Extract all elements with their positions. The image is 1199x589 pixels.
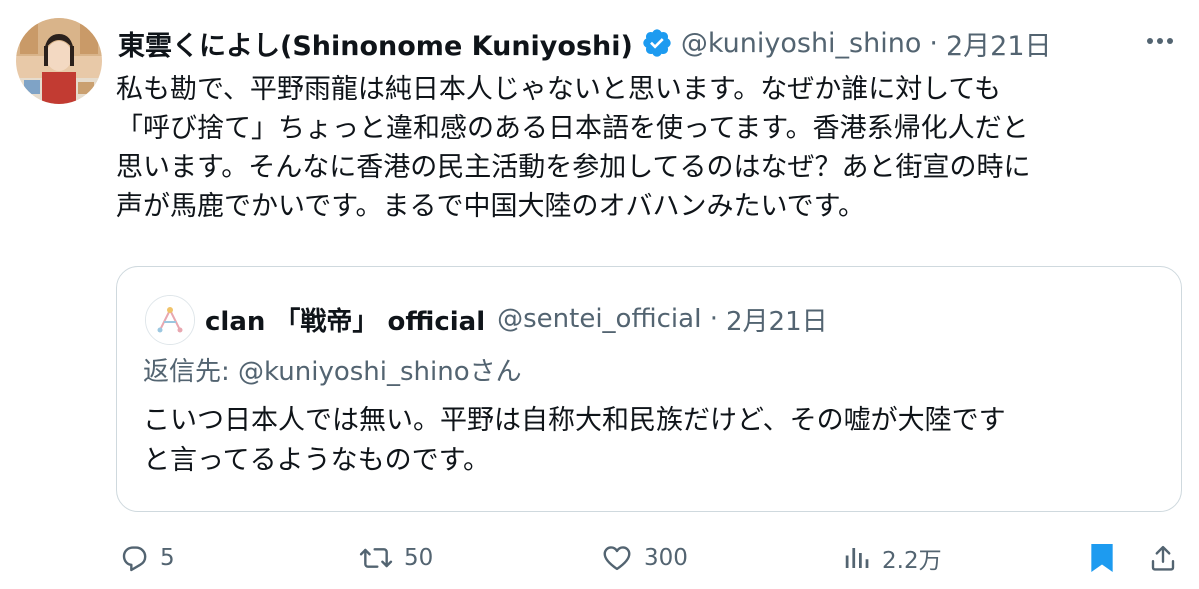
handle[interactable]: @kuniyoshi_shino [681, 28, 922, 59]
action-bar: 5 50 300 2.2万 [0, 532, 1199, 584]
like-count: 300 [644, 545, 688, 571]
display-name[interactable]: 東雲くによし(Shinonome Kuniyoshi) [118, 24, 633, 63]
quoted-timestamp[interactable]: 2月21日 [726, 301, 828, 338]
verified-badge-icon[interactable] [641, 27, 673, 59]
views-button[interactable]: 2.2万 [842, 532, 942, 584]
avatar[interactable] [16, 18, 102, 104]
bookmark-button[interactable] [1086, 532, 1128, 584]
more-options-button[interactable] [1143, 26, 1177, 56]
share-icon [1151, 545, 1175, 571]
tweet-text: 私も勘で、平野雨龍は純日本人じゃないと思います。なぜか誰に対しても 「呼び捨て」… [116, 70, 1156, 226]
separator-dot: · [929, 27, 938, 59]
tweet-text-line: 声が馬鹿でかいです。まるで中国大陸のオバハンみたいです。 [116, 191, 865, 222]
retweet-count: 50 [404, 545, 434, 571]
reply-count: 5 [160, 545, 175, 571]
more-horizontal-icon [1147, 38, 1173, 44]
quoted-tweet[interactable]: clan 「戦帝」 official @sentei_officiaI · 2月… [116, 266, 1182, 512]
quoted-text-line: こいつ日本人では無い。平野は自称大和民族だけど、その嘘が大陸です [143, 405, 1006, 436]
retweet-button[interactable]: 50 [358, 532, 433, 584]
tweet-text-line: 私も勘で、平野雨龍は純日本人じゃないと思います。なぜか誰に対しても [116, 74, 1002, 105]
tweet[interactable]: 東雲くによし(Shinonome Kuniyoshi) @kuniyoshi_s… [0, 0, 1199, 589]
tweet-text-line: 思います。そんなに香港の民主活動を参加してるのはなぜ？あと街宣の時に [116, 152, 1031, 183]
timestamp[interactable]: 2月21日 [946, 24, 1052, 63]
reply-icon [122, 546, 147, 572]
quoted-text: こいつ日本人では無い。平野は自称大和民族だけど、その嘘が大陸です と言ってるよう… [143, 401, 1153, 481]
reply-button[interactable]: 5 [118, 532, 175, 584]
views-icon [845, 548, 869, 568]
quoted-display-name[interactable]: clan 「戦帝」 official [205, 301, 485, 338]
quoted-reply-to: 返信先: @kuniyoshi_shinoさん [143, 357, 522, 387]
share-button[interactable] [1148, 532, 1188, 584]
quoted-header: clan 「戦帝」 official @sentei_officiaI · 2月… [205, 295, 828, 343]
quoted-separator-dot: · [709, 304, 718, 334]
avatar-image [16, 18, 102, 104]
view-count: 2.2万 [882, 548, 942, 574]
like-icon [603, 546, 631, 571]
quoted-handle[interactable]: @sentei_officiaI [497, 304, 702, 334]
quoted-avatar-image [146, 296, 194, 344]
tweet-text-line: 「呼び捨て」ちょっと違和感のある日本語を使ってます。香港系帰化人だと [116, 113, 1029, 144]
retweet-icon [359, 548, 393, 568]
quoted-text-line: と言ってるようなものです。 [143, 445, 490, 476]
like-button[interactable]: 300 [600, 532, 688, 584]
tweet-header: 東雲くによし(Shinonome Kuniyoshi) @kuniyoshi_s… [118, 18, 1052, 68]
bookmark-icon [1091, 544, 1113, 572]
quoted-avatar[interactable] [145, 295, 195, 345]
